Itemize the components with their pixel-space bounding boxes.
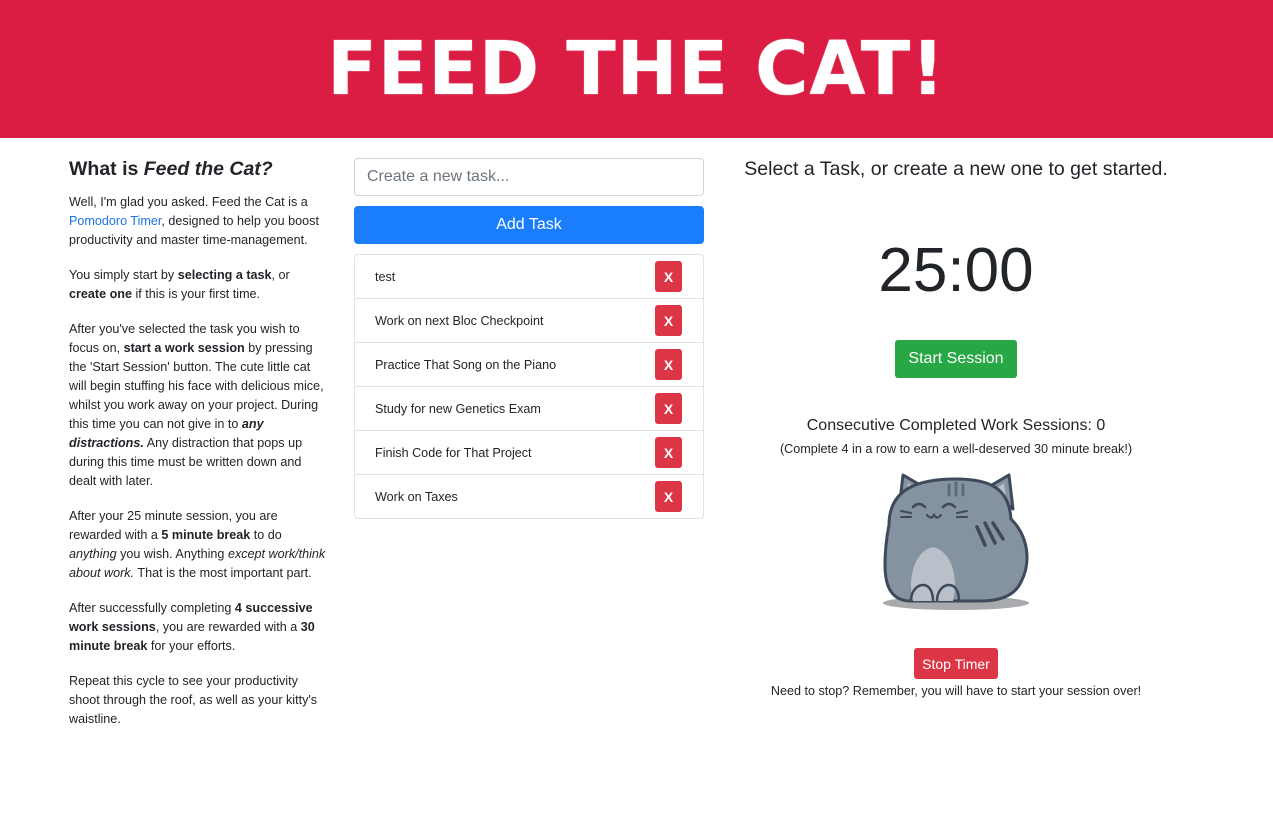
add-task-button[interactable]: Add Task (354, 206, 704, 244)
stop-note: Need to stop? Remember, you will have to… (770, 684, 1142, 698)
about-paragraph-6: Repeat this cycle to see your productivi… (69, 674, 318, 726)
about-heading: What is Feed the Cat? (69, 158, 273, 180)
header-banner: FEED THE CAT! (0, 0, 1273, 138)
break-note: (Complete 4 in a row to earn a well-dese… (779, 442, 1133, 456)
timer-display: 25:00 (878, 236, 1034, 305)
delete-task-button[interactable]: X (655, 393, 682, 424)
task-panel: Add Task test X Work on next Bloc Checkp… (354, 158, 704, 519)
task-name: Study for new Genetics Exam (375, 401, 541, 416)
about-paragraph-1: Well, I'm glad you asked. Feed the Cat i… (69, 195, 319, 247)
task-name: Practice That Song on the Piano (375, 357, 557, 372)
about-section: What is Feed the Cat? Well, I'm glad you… (69, 156, 327, 745)
task-prompt: Select a Task, or create a new one to ge… (744, 158, 1168, 180)
timer-panel: Select a Task, or create a new one to ge… (720, 155, 1192, 698)
about-paragraph-4: After your 25 minute session, you are re… (69, 509, 326, 580)
consecutive-count: 0 (1096, 417, 1106, 434)
task-name: Work on Taxes (375, 489, 458, 504)
delete-task-button[interactable]: X (655, 481, 682, 512)
pomodoro-link[interactable]: Pomodoro Timer (69, 214, 161, 228)
task-item[interactable]: Practice That Song on the Piano X (355, 343, 703, 387)
task-item[interactable]: Finish Code for That Project X (355, 431, 703, 475)
delete-task-button[interactable]: X (655, 349, 682, 380)
task-item[interactable]: Study for new Genetics Exam X (355, 387, 703, 431)
cat-icon (883, 473, 1029, 610)
delete-task-button[interactable]: X (655, 437, 682, 468)
about-paragraph-3: After you've selected the task you wish … (69, 322, 324, 488)
start-session-button[interactable]: Start Session (895, 340, 1017, 378)
stop-timer-button[interactable]: Stop Timer (914, 648, 998, 679)
app-title: FEED THE CAT! (327, 26, 946, 112)
task-item[interactable]: Work on next Bloc Checkpoint X (355, 299, 703, 343)
about-paragraph-2: You simply start by selecting a task, or… (69, 268, 290, 301)
task-name: test (375, 269, 396, 284)
cat-illustration (881, 467, 1031, 617)
delete-task-button[interactable]: X (655, 305, 682, 336)
about-paragraph-5: After successfully completing 4 successi… (69, 601, 315, 653)
delete-task-button[interactable]: X (655, 261, 682, 292)
task-name: Work on next Bloc Checkpoint (375, 313, 544, 328)
new-task-input[interactable] (354, 158, 704, 196)
task-name: Finish Code for That Project (375, 445, 532, 460)
task-list: test X Work on next Bloc Checkpoint X Pr… (354, 254, 704, 519)
task-item[interactable]: test X (355, 255, 703, 299)
task-item[interactable]: Work on Taxes X (355, 475, 703, 518)
consecutive-sessions: Consecutive Completed Work Sessions: 0 (806, 417, 1106, 434)
